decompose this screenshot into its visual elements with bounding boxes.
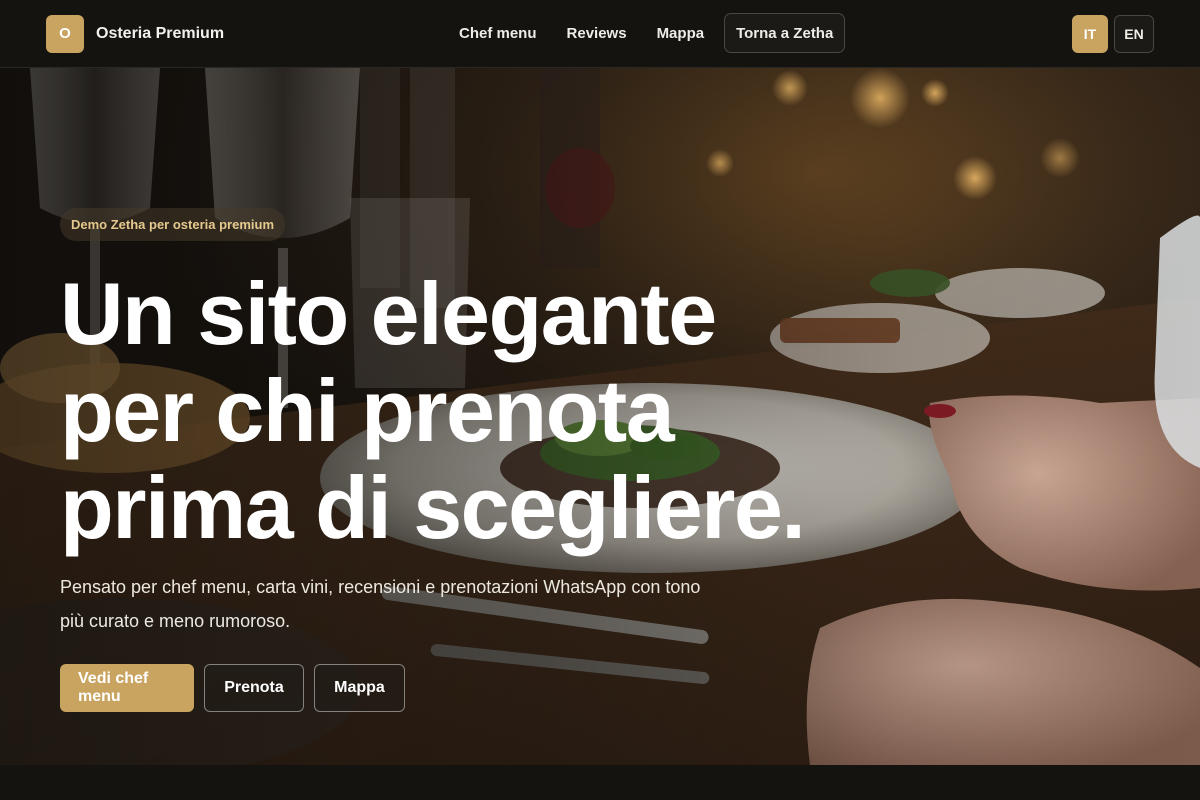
hero-title-line-3: prima di scegliere.	[60, 458, 806, 557]
hero-actions: Vedi chef menu Prenota Mappa	[60, 664, 920, 712]
hero-badge: Demo Zetha per osteria premium	[60, 208, 285, 241]
top-navigation: O Osteria Premium Chef menu Reviews Mapp…	[0, 0, 1200, 68]
hero-subtitle: Pensato per chef menu, carta vini, recen…	[60, 577, 701, 631]
next-section-edge	[0, 765, 1200, 800]
back-to-zetha-button[interactable]: Torna a Zetha	[724, 13, 846, 53]
chef-menu-button[interactable]: Vedi chef menu	[60, 664, 194, 712]
brand-name[interactable]: Osteria Premium	[96, 25, 224, 43]
map-button[interactable]: Mappa	[314, 664, 405, 712]
nav-link-reviews[interactable]: Reviews	[567, 13, 627, 53]
nav-link-mappa[interactable]: Mappa	[657, 13, 705, 53]
nav-link-chef-menu[interactable]: Chef menu	[459, 13, 537, 53]
hero-title: Un sito elegante per chi prenota prima d…	[60, 265, 920, 556]
brand-logo-mark[interactable]: O	[46, 14, 84, 53]
brand[interactable]: O Osteria Premium	[46, 14, 224, 53]
hero-title-line-1: Un sito elegante	[60, 264, 717, 363]
main-nav: Chef menu Reviews Mappa Torna a Zetha	[459, 13, 846, 53]
hero-section: Demo Zetha per osteria premium Un sito e…	[0, 68, 1200, 765]
hero-content: Demo Zetha per osteria premium Un sito e…	[60, 208, 920, 712]
hero-title-line-2: per chi prenota	[60, 361, 675, 460]
language-it-button[interactable]: IT	[1072, 15, 1108, 53]
language-en-button[interactable]: EN	[1114, 15, 1154, 53]
language-switcher: IT EN	[1072, 15, 1154, 53]
book-button[interactable]: Prenota	[204, 664, 304, 712]
